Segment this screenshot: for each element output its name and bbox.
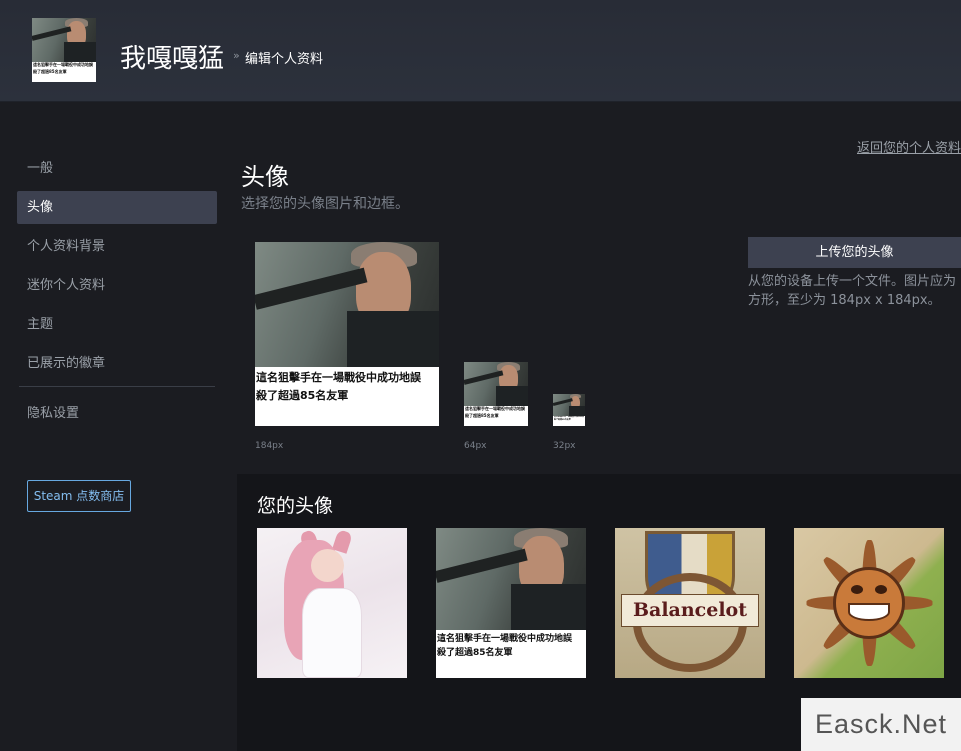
sidebar-divider	[19, 386, 215, 387]
breadcrumb-separator: »	[233, 49, 240, 62]
profile-header: 這名狙擊手在一場戰役中成功地誤 殺了超過85名友軍 我嘎嘎猛 » 编辑个人资料	[0, 0, 961, 102]
avatar-thumb-balancelot[interactable]: Balancelot	[615, 528, 765, 678]
watermark: Easck.Net	[801, 698, 961, 751]
settings-sidebar: 一般 头像 个人资料背景 迷你个人资料 主题 已展示的徽章 隐私设置	[17, 152, 217, 436]
back-to-profile-link[interactable]: 返回您的个人资料	[857, 137, 961, 156]
breadcrumb-edit-profile: 编辑个人资料	[245, 52, 324, 67]
sidebar-item-featured-badge[interactable]: 已展示的徽章	[17, 347, 217, 380]
avatar-preview-large: 這名狙擊手在一場戰役中成功地誤 殺了超過85名友軍	[255, 242, 439, 426]
sidebar-item-theme[interactable]: 主题	[17, 308, 217, 341]
upload-avatar-button[interactable]: 上传您的头像	[748, 237, 961, 268]
sidebar-item-privacy[interactable]: 隐私设置	[17, 397, 217, 430]
size-label-184: 184px	[255, 441, 284, 451]
size-label-32: 32px	[553, 441, 576, 451]
avatar-thumb-sun-creature[interactable]	[794, 528, 944, 678]
upload-description: 从您的设备上传一个文件。图片应为方形，至少为 184px x 184px。	[748, 274, 957, 308]
header-avatar[interactable]: 這名狙擊手在一場戰役中成功地誤 殺了超過85名友軍	[32, 18, 96, 82]
section-title: 头像	[241, 163, 289, 191]
your-avatars-title: 您的头像	[257, 495, 334, 517]
sidebar-item-mini-profile[interactable]: 迷你个人资料	[17, 269, 217, 302]
avatar-thumb-sniper[interactable]: 這名狙擊手在一場戰役中成功地誤 殺了超過85名友軍	[436, 528, 586, 678]
sidebar-item-avatar[interactable]: 头像	[17, 191, 217, 224]
avatar-preview-small: 這名狙擊手在一場戰役中成功地誤 殺了超過85名友軍	[553, 394, 585, 426]
profile-username[interactable]: 我嘎嘎猛	[120, 38, 224, 75]
avatar-preview-medium: 這名狙擊手在一場戰役中成功地誤 殺了超過85名友軍	[464, 362, 528, 426]
sidebar-item-general[interactable]: 一般	[17, 152, 217, 185]
avatar-thumb-anime-girl[interactable]	[257, 528, 407, 678]
size-label-64: 64px	[464, 441, 487, 451]
section-subtitle: 选择您的头像图片和边框。	[241, 196, 409, 212]
sidebar-item-profile-background[interactable]: 个人资料背景	[17, 230, 217, 263]
points-shop-button[interactable]: Steam 点数商店	[27, 480, 131, 512]
